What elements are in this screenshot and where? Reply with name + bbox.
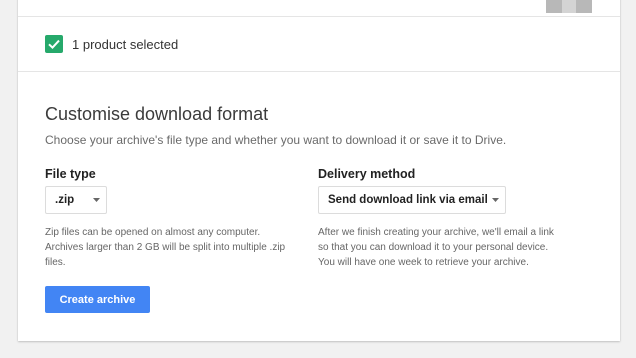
help-line: Zip files can be opened on almost any co… bbox=[45, 227, 261, 238]
file-type-label: File type bbox=[45, 167, 96, 181]
selected-checkbox[interactable] bbox=[45, 35, 63, 53]
help-line: files. bbox=[45, 257, 66, 268]
file-type-select[interactable]: .zip bbox=[45, 186, 107, 214]
file-type-help: Zip files can be opened on almost any co… bbox=[45, 225, 335, 270]
delivery-method-value: Send download link via email bbox=[328, 194, 488, 206]
help-line: so that you can download it to your pers… bbox=[318, 242, 549, 253]
check-icon bbox=[48, 39, 60, 50]
help-line: You will have one week to retrieve your … bbox=[318, 257, 529, 268]
file-type-value: .zip bbox=[55, 194, 75, 206]
section-title: Customise download format bbox=[45, 104, 269, 124]
help-line: Archives larger than 2 GB will be split … bbox=[45, 242, 286, 253]
takeout-card: 1 product selected Customise download fo… bbox=[18, 0, 620, 341]
archive-box-icon bbox=[546, 0, 592, 13]
section-description: Choose your archive's file type and whet… bbox=[45, 133, 507, 147]
caret-down-icon bbox=[492, 198, 499, 202]
divider bbox=[18, 16, 620, 17]
delivery-method-label: Delivery method bbox=[318, 167, 416, 181]
selection-summary: 1 product selected bbox=[45, 35, 178, 53]
selected-count-text: 1 product selected bbox=[72, 36, 179, 52]
create-archive-button[interactable]: Create archive bbox=[45, 286, 150, 313]
divider bbox=[18, 71, 620, 72]
delivery-method-select[interactable]: Send download link via email bbox=[318, 186, 506, 214]
caret-down-icon bbox=[93, 198, 100, 202]
delivery-method-help: After we finish creating your archive, w… bbox=[318, 225, 608, 270]
help-line: After we finish creating your archive, w… bbox=[318, 227, 554, 238]
